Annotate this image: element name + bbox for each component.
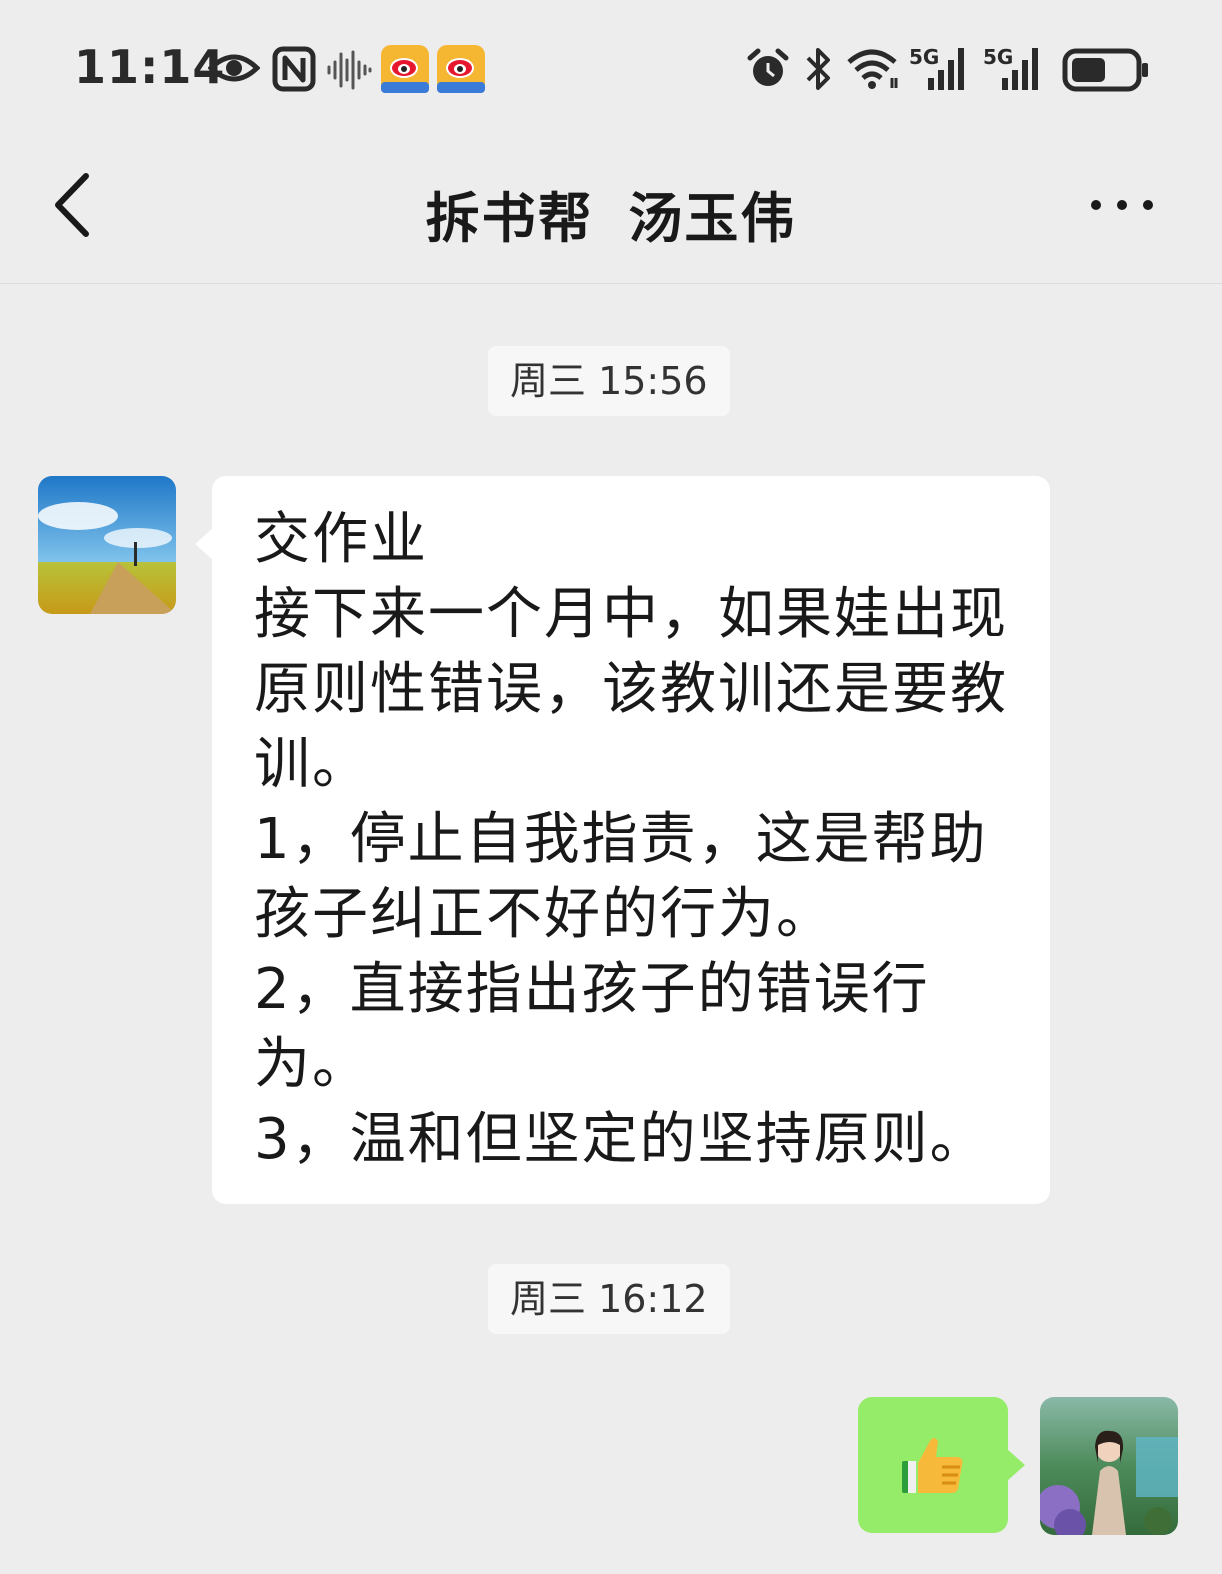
bluetooth-icon xyxy=(806,48,830,90)
message-text: 交作业 接下来一个月中，如果娃出现原则性错误，该教训还是要教训。 1，停止自我指… xyxy=(254,507,1008,1172)
status-time: 11:14 xyxy=(74,40,226,94)
network-label-2: 5G xyxy=(983,45,1013,69)
eye-icon xyxy=(208,54,260,82)
audio-wave-icon xyxy=(327,50,372,90)
signal-5g-icon: 5G xyxy=(983,45,1038,90)
network-label-1: 5G xyxy=(909,45,939,69)
weibo-app-icon xyxy=(381,45,429,93)
message-timestamp: 周三 15:56 xyxy=(488,346,730,416)
outgoing-message-bubble[interactable] xyxy=(858,1397,1025,1533)
battery-level xyxy=(1072,58,1105,82)
message-timestamp: 周三 16:12 xyxy=(488,1264,730,1334)
thumbs-up-emoji xyxy=(902,1438,963,1493)
weibo-app-icon xyxy=(437,45,485,93)
contact-avatar[interactable] xyxy=(38,476,176,614)
chat-header: 拆书帮 汤玉伟 xyxy=(0,140,1222,284)
more-dots-icon[interactable] xyxy=(1084,190,1160,220)
avatar-person-image xyxy=(1040,1397,1178,1535)
status-bar: 11:14 5G 5G xyxy=(0,0,1222,140)
nfc-icon xyxy=(272,46,316,92)
incoming-message-bubble[interactable]: 交作业 接下来一个月中，如果娃出现原则性错误，该教训还是要教训。 1，停止自我指… xyxy=(195,476,1050,1204)
alarm-icon xyxy=(747,48,789,86)
chat-title: 拆书帮 汤玉伟 xyxy=(425,187,797,250)
wifi-icon xyxy=(847,49,898,89)
avatar-landscape-image xyxy=(38,476,176,614)
signal-5g-icon: 5G xyxy=(909,45,964,90)
battery-icon xyxy=(1062,48,1148,92)
my-avatar[interactable] xyxy=(1040,1397,1178,1535)
